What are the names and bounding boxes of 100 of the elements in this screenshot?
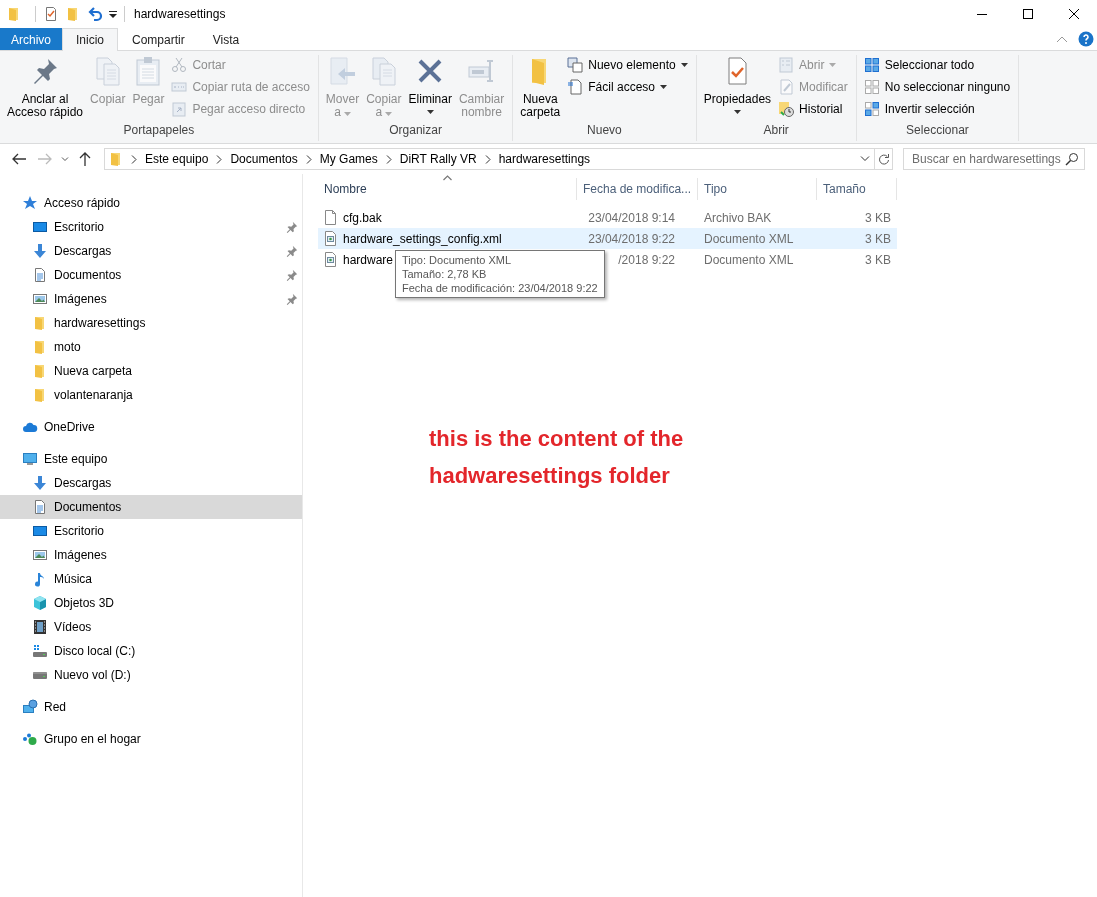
nav-item[interactable]: Grupo en el hogar — [0, 727, 302, 751]
nav-item[interactable]: Imágenes — [0, 543, 302, 567]
cube-icon — [32, 595, 48, 611]
group-label: Organizar — [388, 123, 443, 139]
nav-item[interactable]: Acceso rápido — [0, 191, 302, 215]
ribbon-button[interactable]: Fácil acceso — [564, 76, 691, 98]
column-header[interactable]: Tamaño — [817, 178, 897, 200]
file-name[interactable]: cfg.bak — [343, 210, 382, 225]
nav-item[interactable]: Escritorio — [0, 215, 302, 239]
nav-item[interactable]: Música — [0, 567, 302, 591]
nav-item[interactable]: Este equipo — [0, 447, 302, 471]
column-header[interactable]: Nombre — [318, 178, 577, 200]
window-title: hardwaresettings — [134, 7, 226, 21]
file-row[interactable]: hardware_settings_config.xml 23/04/2018 9:22 Documento XML 3 KB — [318, 228, 897, 249]
nav-item[interactable]: Escritorio — [0, 519, 302, 543]
chevron-icon — [131, 154, 137, 164]
search-field[interactable]: Buscar en hardwaresettings — [903, 148, 1085, 170]
film-icon — [32, 619, 48, 635]
document-icon — [567, 79, 584, 95]
file-type: Documento XML — [704, 252, 794, 267]
nav-item[interactable]: moto — [0, 335, 302, 359]
column-header[interactable]: Fecha de modifica... — [577, 178, 698, 200]
nav-item[interactable]: Objetos 3D — [0, 591, 302, 615]
ribbon-button[interactable]: Nueva carpeta — [517, 52, 564, 123]
ribbon-button[interactable]: No seleccionar ninguno — [860, 76, 1014, 98]
breadcrumb-item[interactable]: My Games — [314, 149, 383, 169]
nav-item[interactable]: OneDrive — [0, 415, 302, 439]
pin-icon — [286, 245, 298, 257]
nav-item[interactable]: Disco local (C:) — [0, 639, 302, 663]
chevron-icon — [385, 154, 392, 164]
ribbon-button[interactable]: Seleccionar todo — [860, 54, 1014, 76]
download-icon — [32, 243, 48, 259]
desktop-icon — [32, 523, 48, 539]
group-label: Portapapeles — [122, 123, 196, 139]
select-none-icon — [863, 79, 880, 95]
xml-file-icon — [322, 230, 338, 247]
column-header[interactable]: Tipo — [698, 178, 817, 200]
breadcrumb-item[interactable]: hardwaresettings — [493, 149, 596, 169]
nav-item[interactable]: Imágenes — [0, 287, 302, 311]
file-size: 3 KB — [865, 252, 891, 267]
nav-item[interactable]: Descargas — [0, 239, 302, 263]
ribbon-button[interactable]: Nuevo elemento — [564, 54, 691, 76]
nav-item[interactable]: Nueva carpeta — [0, 359, 302, 383]
modified-date: /2018 9:22 — [617, 252, 675, 267]
homegroup-icon — [22, 731, 38, 747]
ribbon-tab[interactable]: Inicio — [62, 28, 119, 51]
help-button[interactable] — [1078, 31, 1094, 47]
invert-selection-icon — [863, 101, 880, 117]
ribbon-button[interactable]: Anclar al Acceso rápido — [4, 52, 87, 123]
annotation-text: this is the content of the hadwaresettings folder — [429, 425, 684, 490]
document-icon — [32, 499, 48, 515]
nav-item[interactable]: Documentos — [0, 263, 302, 287]
address-bar[interactable]: Este equipo Documentos My Games DiRT Rally VR hardwaresettings — [104, 148, 893, 170]
chevron-icon — [1056, 35, 1068, 43]
nav-item[interactable]: Descargas — [0, 471, 302, 495]
file-size: 3 KB — [865, 210, 891, 225]
network-icon — [22, 699, 38, 715]
open-icon — [778, 57, 795, 73]
tooltip: Tipo: Documento XML Tamaño: 2,78 KB Fecha de modificación: 23/04/2018 9:22 — [395, 250, 605, 298]
file-icon — [322, 209, 338, 226]
nav-item[interactable]: Documentos — [0, 495, 302, 519]
file-size: 3 KB — [865, 231, 891, 246]
refresh-icon — [877, 153, 890, 165]
refresh-button[interactable] — [874, 149, 892, 169]
ribbon-tab[interactable]: Vista — [198, 28, 254, 50]
breadcrumb-item[interactable]: DiRT Rally VR — [394, 149, 482, 169]
file-type: Documento XML — [704, 231, 794, 246]
nav-item[interactable]: hardwaresettings — [0, 311, 302, 335]
group-label: Abrir — [762, 123, 790, 139]
file-name[interactable]: hardware_settings_config.xml — [343, 231, 502, 246]
properties-icon — [43, 6, 59, 22]
picture-icon — [32, 547, 48, 563]
select-all-icon — [863, 57, 880, 73]
ribbon-button[interactable]: Propiedades — [700, 52, 775, 123]
collapse-ribbon-button[interactable] — [1056, 35, 1068, 43]
ribbon-button[interactable]: Eliminar — [405, 52, 455, 123]
file-name[interactable]: hardware — [343, 252, 394, 267]
nav-item[interactable]: volantenaranja — [0, 383, 302, 407]
ribbon-button[interactable]: Invertir selección — [860, 98, 1014, 120]
group-label: Seleccionar — [905, 123, 970, 139]
breadcrumb-item[interactable]: Este equipo — [140, 149, 214, 169]
file-type: Archivo BAK — [704, 210, 772, 225]
nav-item[interactable]: Vídeos — [0, 615, 302, 639]
maximize-icon — [1023, 9, 1033, 19]
nav-item[interactable]: Red — [0, 695, 302, 719]
breadcrumb-item[interactable]: Documentos — [225, 149, 303, 169]
document-icon — [32, 267, 48, 283]
drive-icon — [32, 643, 48, 659]
help-icon — [1078, 31, 1094, 47]
edit-icon — [778, 79, 795, 95]
computer-icon — [22, 451, 38, 467]
path-icon — [171, 79, 188, 95]
nav-item[interactable]: Nuevo vol (D:) — [0, 663, 302, 687]
ribbon-tab[interactable]: Archivo — [0, 28, 62, 50]
back-arrow-icon — [12, 153, 26, 165]
ribbon-button[interactable]: Historial — [775, 98, 851, 120]
ribbon-tab[interactable]: Compartir — [118, 28, 199, 50]
caret-icon — [61, 156, 69, 162]
forward-arrow-icon — [38, 153, 52, 165]
modified-date: 23/04/2018 9:22 — [587, 231, 675, 246]
